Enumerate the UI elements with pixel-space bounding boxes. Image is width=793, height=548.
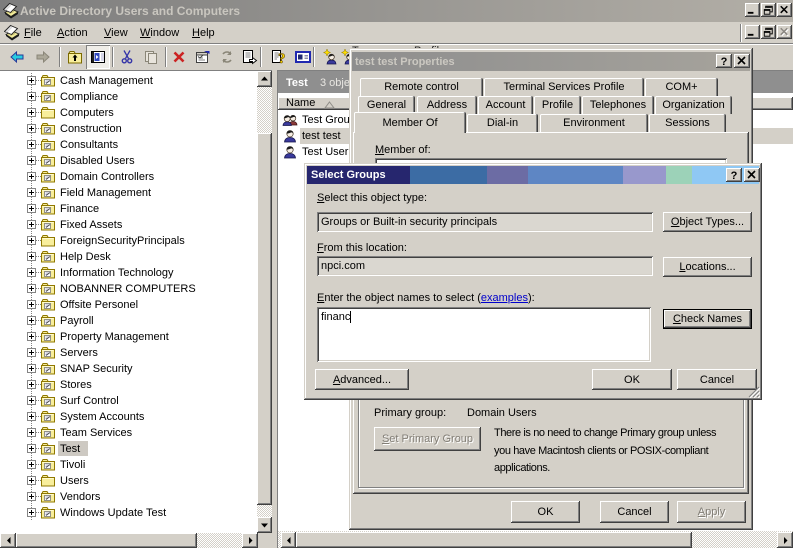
svg-text:?: ?: [731, 170, 738, 182]
svg-text:?: ?: [721, 56, 728, 68]
svg-text:?: ?: [278, 51, 286, 65]
